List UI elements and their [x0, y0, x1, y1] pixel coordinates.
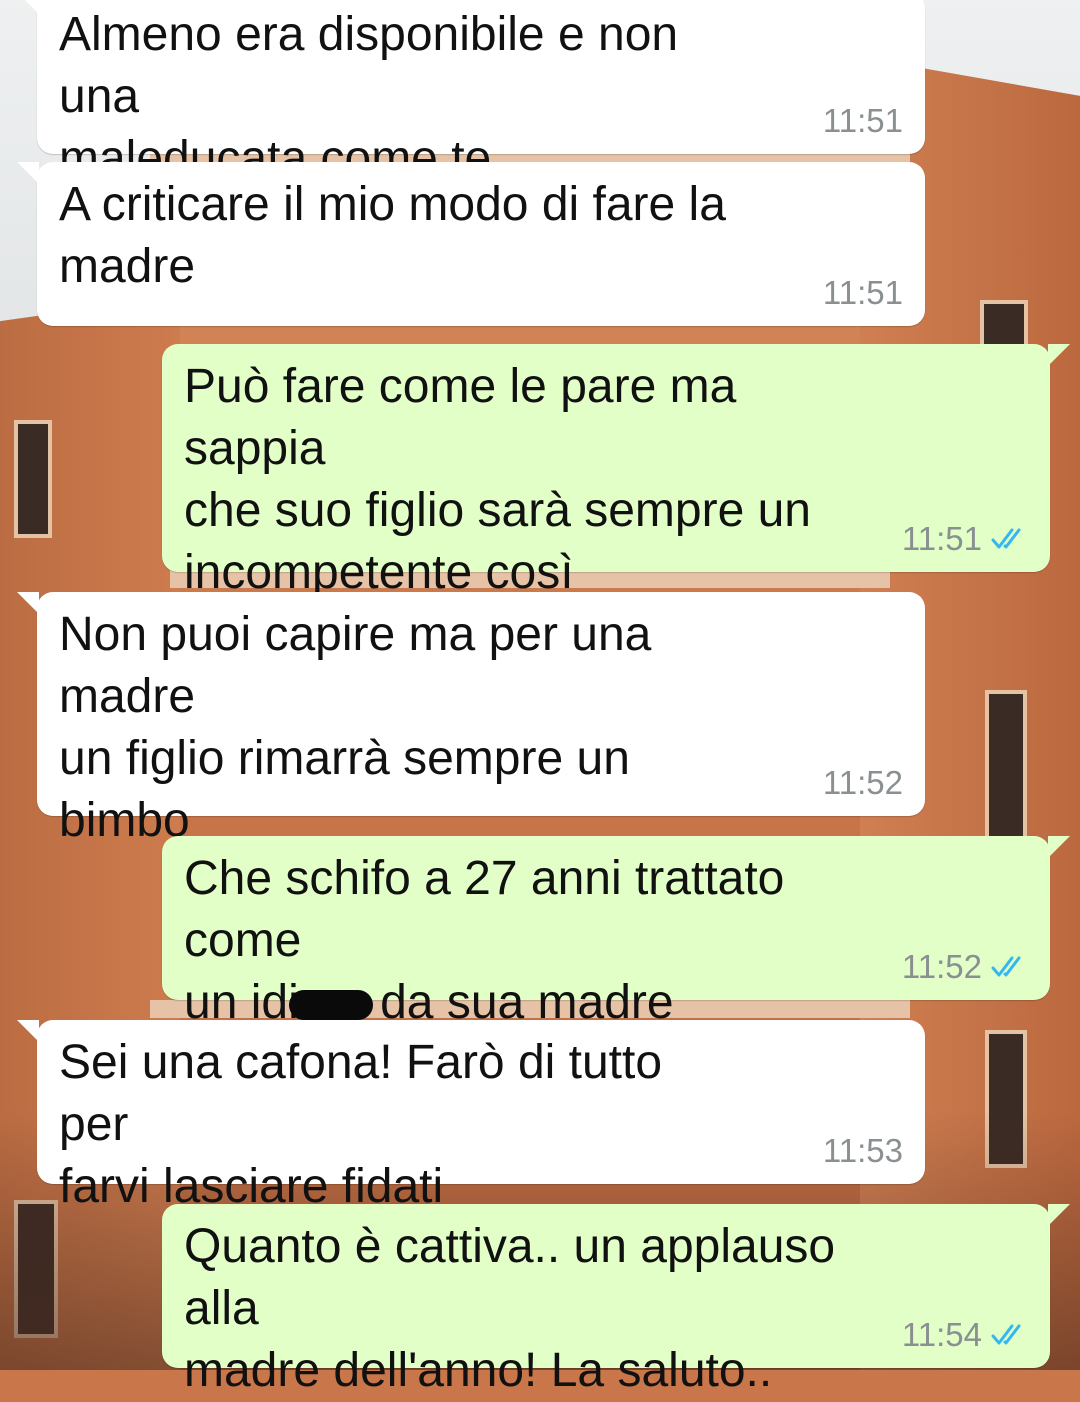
double-check-icon	[991, 956, 1021, 977]
message-meta: 11:52	[902, 948, 1028, 986]
message-text: Quanto è cattiva.. un applauso alla madr…	[184, 1220, 836, 1397]
message-time: 11:51	[822, 102, 903, 139]
redaction-mark	[288, 990, 373, 1020]
message-time: 11:52	[901, 948, 982, 985]
outgoing-message[interactable]: Può fare come le pare ma sappia che suo …	[162, 344, 1070, 599]
message-text: Non puoi capire ma per una madre un figl…	[59, 608, 652, 847]
chat-message-list[interactable]: Almeno era disponibile e non una maleduc…	[0, 0, 1080, 1397]
message-time: 11:51	[901, 520, 982, 557]
message-text: A criticare il mio modo di fare la madre	[59, 178, 726, 293]
message-meta: 11:51	[823, 274, 903, 312]
double-check-icon	[991, 528, 1021, 549]
message-meta: 11:53	[823, 1132, 903, 1170]
message-text: Sei una cafona! Farò di tutto per farvi …	[59, 1036, 663, 1213]
message-meta: 11:51	[902, 520, 1028, 558]
incoming-message[interactable]: Sei una cafona! Farò di tutto per farvi …	[17, 1020, 925, 1213]
double-check-icon	[991, 1324, 1021, 1345]
message-meta: 11:51	[823, 102, 903, 140]
message-time: 11:53	[822, 1132, 903, 1169]
message-time: 11:52	[822, 764, 903, 801]
outgoing-message[interactable]: Quanto è cattiva.. un applauso alla madr…	[162, 1204, 1070, 1397]
incoming-message[interactable]: A criticare il mio modo di fare la madre…	[17, 162, 925, 326]
incoming-message[interactable]: Almeno era disponibile e non una maleduc…	[17, 0, 925, 185]
message-time: 11:51	[822, 274, 903, 311]
message-time: 11:54	[901, 1316, 982, 1353]
incoming-message[interactable]: Non puoi capire ma per una madre un figl…	[17, 592, 925, 847]
message-meta: 11:54	[902, 1316, 1028, 1354]
message-text: Che schifo a 27 anni trattato come un id…	[184, 848, 1028, 1034]
message-text: Può fare come le pare ma sappia che suo …	[184, 360, 811, 599]
message-meta: 11:52	[823, 764, 903, 802]
outgoing-message[interactable]: Che schifo a 27 anni trattato come un id…	[162, 836, 1070, 1029]
